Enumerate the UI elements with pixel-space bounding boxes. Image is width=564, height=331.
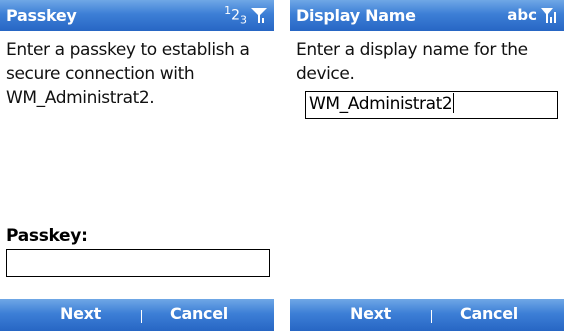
display-name-input[interactable]: WM_Administrat2 [305, 91, 558, 119]
status-indicators: 123 [224, 4, 268, 26]
display-name-instructions: Enter a display name for the device. [296, 40, 528, 84]
passkey-instructions: Enter a passkey to establish a secure co… [6, 40, 250, 108]
signal-strength-icon [251, 8, 267, 23]
screen-title: Display Name [296, 6, 416, 25]
softkey-divider [431, 310, 432, 323]
screen-title: Passkey [6, 6, 77, 25]
status-indicators: abc [507, 4, 558, 26]
passkey-label: Passkey: [6, 226, 88, 246]
next-softkey[interactable]: Next [350, 304, 391, 323]
display-name-value: WM_Administrat2 [309, 94, 453, 114]
passkey-input[interactable] [6, 249, 270, 277]
display-name-screen: Display Name abc Enter a display name fo… [290, 0, 564, 331]
text-input-mode-indicator: abc [507, 5, 537, 24]
numeric-input-mode-indicator: 123 [224, 3, 247, 27]
softkey-bar: Next Cancel [290, 299, 564, 331]
next-softkey[interactable]: Next [60, 304, 101, 323]
cancel-softkey[interactable]: Cancel [170, 304, 228, 323]
softkey-bar: Next Cancel [0, 299, 274, 331]
signal-strength-icon [541, 8, 556, 23]
title-bar: Passkey 123 [0, 0, 274, 31]
passkey-screen: Passkey 123 Enter a passkey to establish… [0, 0, 274, 331]
softkey-divider [141, 310, 142, 323]
title-bar: Display Name abc [290, 0, 564, 31]
cancel-softkey[interactable]: Cancel [460, 304, 518, 323]
text-caret [453, 93, 455, 113]
